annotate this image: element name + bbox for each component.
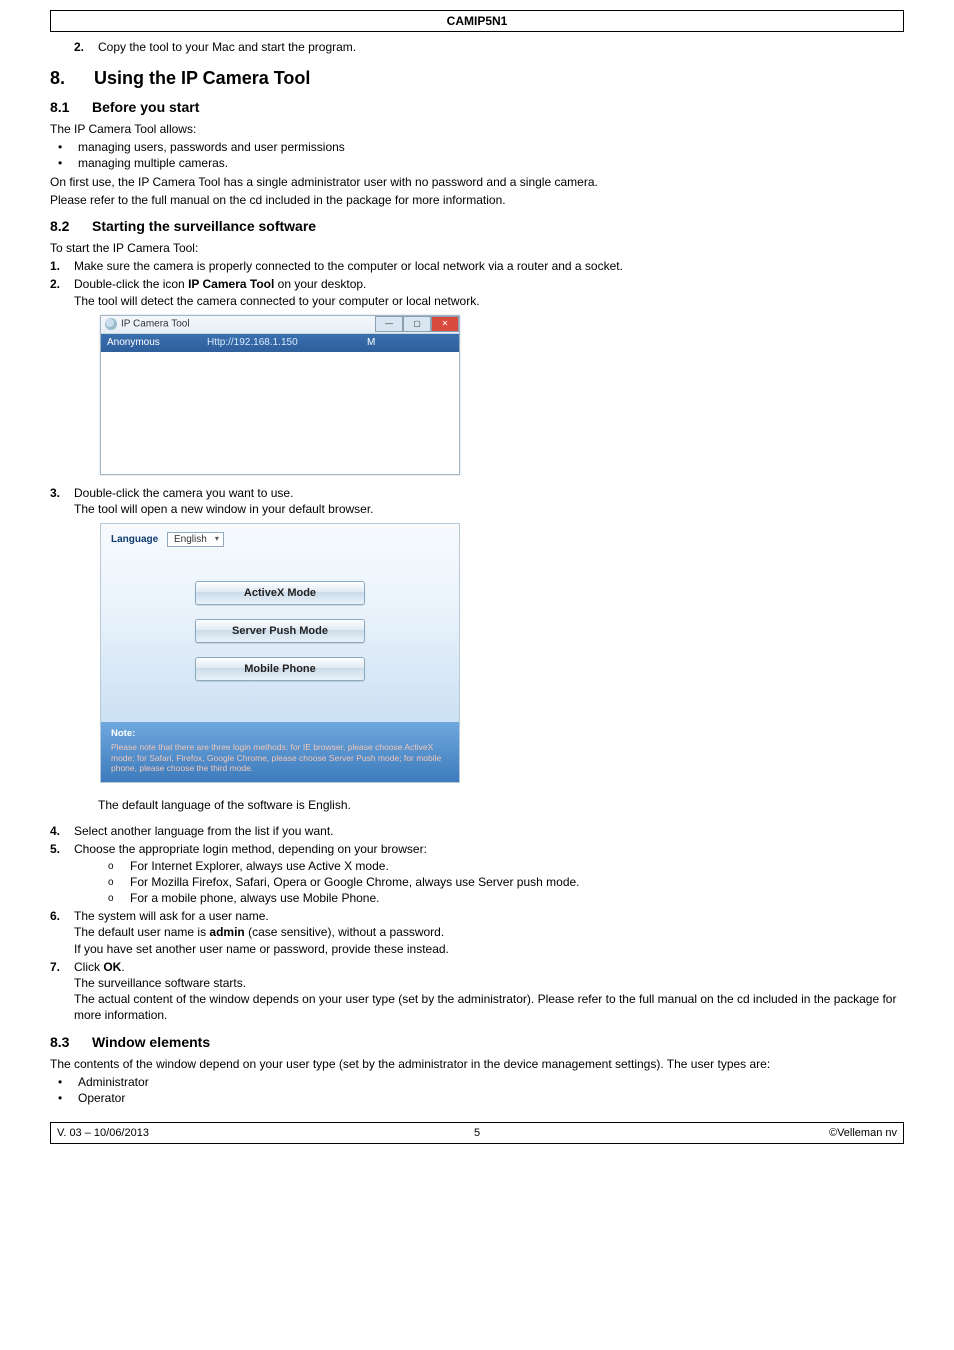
sec82-intro: To start the IP Camera Tool:	[50, 240, 904, 256]
login-note-body: Please note that there are three login m…	[111, 742, 449, 774]
login-language-row: Language English	[101, 524, 459, 547]
mobile-phone-button[interactable]: Mobile Phone	[195, 657, 365, 681]
step-text: Choose the appropriate login method, dep…	[74, 842, 427, 856]
section-8-title: Using the IP Camera Tool	[94, 68, 310, 88]
sec83-bullets: Administrator Operator	[50, 1074, 904, 1106]
list-item: For Internet Explorer, always use Active…	[98, 858, 904, 874]
section-8-3-heading: 8.3Window elements	[50, 1034, 904, 1050]
login-window: Language English ActiveX Mode Server Pus…	[100, 523, 460, 783]
step-text: Select another language from the list if…	[74, 824, 333, 838]
pre-step-num: 2.	[74, 40, 98, 54]
sec81-intro: The IP Camera Tool allows:	[50, 121, 904, 137]
window-title: IP Camera Tool	[121, 318, 190, 329]
step-num: 6.	[50, 908, 74, 924]
step-text-b: The tool will open a new window in your …	[74, 501, 904, 517]
step-note: The tool will detect the camera connecte…	[74, 293, 904, 309]
step-6: 6.The system will ask for a user name. T…	[74, 908, 904, 957]
step-5-sublist: For Internet Explorer, always use Active…	[98, 858, 904, 907]
step-7: 7.Click OK. The surveillance software st…	[74, 959, 904, 1024]
ip-camera-tool-window: IP Camera Tool — ▢ ✕ Anonymous Http://19…	[100, 315, 460, 475]
page-footer: V. 03 – 10/06/2013 5 ©Velleman nv	[50, 1122, 904, 1144]
step-1: 1.Make sure the camera is properly conne…	[74, 258, 904, 274]
text-bold: OK	[103, 960, 121, 974]
step-6-line3: If you have set another user name or pas…	[74, 941, 904, 957]
sec82-steps: 1.Make sure the camera is properly conne…	[50, 258, 904, 309]
list-item: For a mobile phone, always use Mobile Ph…	[98, 890, 904, 906]
activex-mode-button[interactable]: ActiveX Mode	[195, 581, 365, 605]
section-8-heading: 8.Using the IP Camera Tool	[50, 68, 904, 89]
after-login-text: The default language of the software is …	[98, 797, 904, 813]
text-pre: Click	[74, 960, 103, 974]
step-num: 1.	[50, 258, 74, 274]
step-2: 2.Double-click the icon IP Camera Tool o…	[74, 276, 904, 308]
text-post: .	[121, 960, 124, 974]
step-num: 3.	[50, 485, 74, 501]
list-item: Administrator	[50, 1074, 904, 1090]
step-num: 7.	[50, 959, 74, 975]
sec83-p1: The contents of the window depend on you…	[50, 1056, 904, 1072]
step-5: 5.Choose the appropriate login method, d…	[74, 841, 904, 906]
sec82-steps-rest: 4.Select another language from the list …	[50, 823, 904, 1023]
pre-step-text: Copy the tool to your Mac and start the …	[98, 40, 356, 54]
step-text-a: The system will ask for a user name.	[74, 909, 269, 923]
app-icon	[105, 318, 117, 330]
login-note: Note: Please note that there are three l…	[101, 722, 459, 782]
page-content: 2.Copy the tool to your Mac and start th…	[50, 40, 904, 1106]
camera-url: Http://192.168.1.150	[207, 337, 367, 348]
server-push-mode-button[interactable]: Server Push Mode	[195, 619, 365, 643]
section-8-num: 8.	[50, 68, 94, 89]
section-8-2-heading: 8.2Starting the surveillance software	[50, 218, 904, 234]
step-text-a: Double-click the camera you want to use.	[74, 486, 293, 500]
list-item: managing users, passwords and user permi…	[50, 139, 904, 155]
login-buttons: ActiveX Mode Server Push Mode Mobile Pho…	[101, 581, 459, 681]
language-label: Language	[111, 534, 158, 545]
section-8-2-title: Starting the surveillance software	[92, 218, 316, 234]
pre-step: 2.Copy the tool to your Mac and start th…	[74, 40, 904, 54]
sec81-p2: Please refer to the full manual on the c…	[50, 192, 904, 208]
section-8-2-num: 8.2	[50, 218, 92, 234]
step-3: 3.Double-click the camera you want to us…	[74, 485, 904, 517]
step-num: 2.	[50, 276, 74, 292]
step-7-line2: The surveillance software starts.	[74, 975, 904, 991]
window-titlebar: IP Camera Tool — ▢ ✕	[101, 316, 459, 334]
step-4: 4.Select another language from the list …	[74, 823, 904, 839]
camera-row[interactable]: Anonymous Http://192.168.1.150 M	[101, 334, 459, 352]
close-button[interactable]: ✕	[431, 316, 459, 332]
footer-left: V. 03 – 10/06/2013	[51, 1127, 474, 1139]
window-body: Anonymous Http://192.168.1.150 M	[101, 334, 459, 474]
sec82-steps-cont: 3.Double-click the camera you want to us…	[50, 485, 904, 517]
section-8-3-title: Window elements	[92, 1034, 210, 1050]
camera-name: Anonymous	[107, 337, 207, 348]
list-item: managing multiple cameras.	[50, 155, 904, 171]
minimize-button[interactable]: —	[375, 316, 403, 332]
step-text-a: Double-click the icon	[74, 277, 188, 291]
step-text-b: on your desktop.	[274, 277, 366, 291]
step-num: 4.	[50, 823, 74, 839]
section-8-1-num: 8.1	[50, 99, 92, 115]
page-header: CAMIP5N1	[50, 10, 904, 32]
header-title: CAMIP5N1	[447, 14, 508, 28]
language-select[interactable]: English	[167, 532, 224, 547]
maximize-button[interactable]: ▢	[403, 316, 431, 332]
text-bold: admin	[209, 925, 244, 939]
step-7-line3: The actual content of the window depends…	[74, 991, 904, 1023]
window-controls: — ▢ ✕	[375, 316, 459, 334]
sec81-bullets: managing users, passwords and user permi…	[50, 139, 904, 171]
footer-right: ©Velleman nv	[480, 1127, 903, 1139]
text-pre: The default user name is	[74, 925, 209, 939]
login-note-title: Note:	[111, 728, 449, 740]
step-text-bold: IP Camera Tool	[188, 277, 274, 291]
section-8-3-num: 8.3	[50, 1034, 92, 1050]
list-item: Operator	[50, 1090, 904, 1106]
section-8-1-title: Before you start	[92, 99, 199, 115]
section-8-1-heading: 8.1Before you start	[50, 99, 904, 115]
text-post: (case sensitive), without a password.	[245, 925, 444, 939]
sec81-p1: On first use, the IP Camera Tool has a s…	[50, 174, 904, 190]
step-6-line2: The default user name is admin (case sen…	[74, 924, 904, 940]
camera-flag: M	[367, 337, 387, 348]
step-text: Make sure the camera is properly connect…	[74, 259, 623, 273]
list-item: For Mozilla Firefox, Safari, Opera or Go…	[98, 874, 904, 890]
step-num: 5.	[50, 841, 74, 857]
